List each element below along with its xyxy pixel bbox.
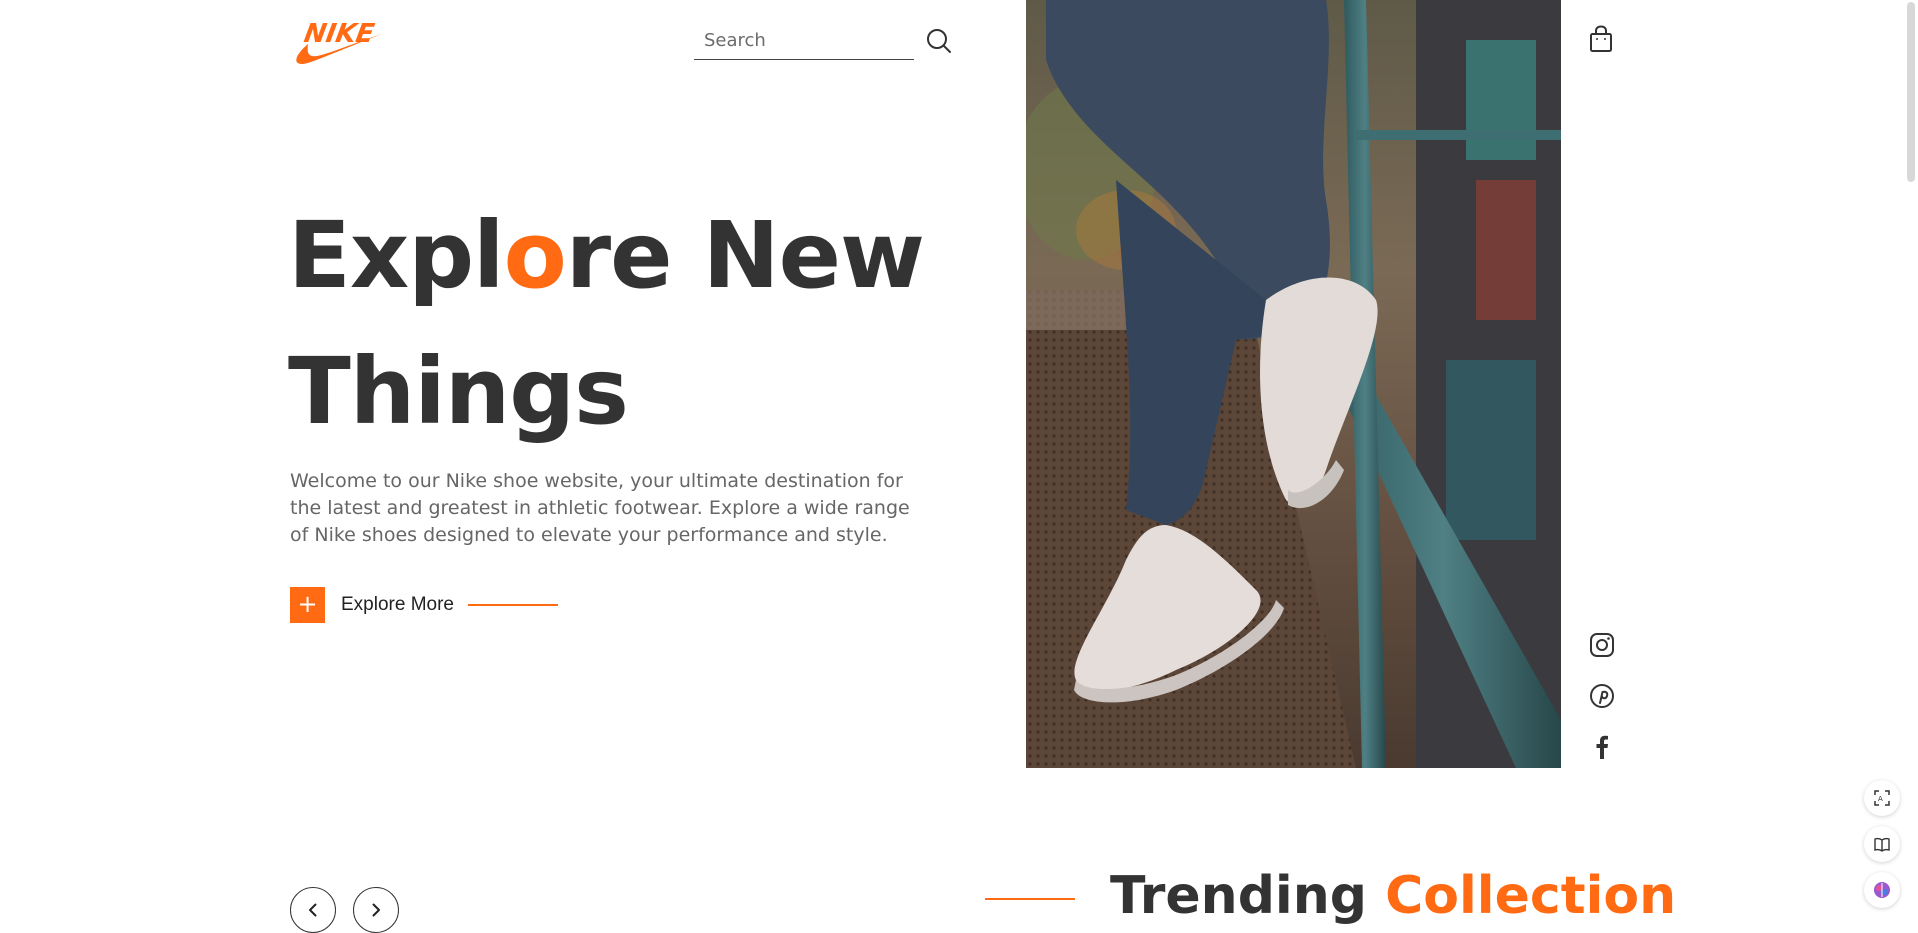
trending-title: Trending Collection — [1110, 866, 1676, 926]
reader-button[interactable] — [1864, 826, 1900, 862]
explore-more-underline — [468, 604, 558, 606]
carousel-prev-button[interactable] — [290, 887, 336, 933]
chevron-left-icon — [309, 903, 317, 917]
screenshot-translate-icon: A — [1874, 790, 1890, 806]
trending-title-accent: Collection — [1385, 866, 1677, 926]
instagram-icon[interactable] — [1588, 631, 1616, 659]
search-bar — [694, 22, 914, 60]
browser-side-tools: A — [1862, 774, 1906, 917]
search-icon[interactable] — [924, 26, 954, 56]
hero-title: Explore New Things — [288, 188, 928, 460]
hero-title-line2: Things — [288, 338, 629, 445]
pinterest-icon[interactable] — [1588, 682, 1616, 710]
explore-more-label: Explore More — [341, 594, 454, 615]
nike-logo[interactable]: NIKE — [290, 14, 382, 66]
carousel-next-button[interactable] — [353, 887, 399, 933]
search-input[interactable] — [694, 22, 914, 59]
hero-description: Welcome to our Nike shoe website, your u… — [290, 470, 910, 546]
facebook-icon[interactable] — [1588, 733, 1616, 761]
hero-title-accent: o — [503, 202, 567, 309]
trending-divider — [985, 898, 1075, 900]
explore-more-button[interactable]: + Explore More — [290, 587, 590, 623]
hero-image — [1026, 0, 1561, 768]
svg-text:A: A — [1878, 795, 1883, 803]
hero-title-part1: Expl — [288, 202, 505, 309]
hero-title-part2: re New — [565, 202, 925, 309]
book-icon — [1874, 837, 1890, 852]
plus-icon: + — [290, 587, 325, 623]
nike-logo-text: NIKE — [302, 19, 377, 49]
brain-icon — [1874, 882, 1890, 898]
chevron-right-icon — [372, 903, 380, 917]
scrollbar-thumb[interactable] — [1907, 2, 1915, 182]
shopping-bag-icon[interactable] — [1586, 24, 1616, 54]
ai-assistant-button[interactable] — [1864, 872, 1900, 908]
screenshot-translate-button[interactable]: A — [1864, 780, 1900, 816]
trending-title-plain: Trending — [1110, 866, 1367, 926]
